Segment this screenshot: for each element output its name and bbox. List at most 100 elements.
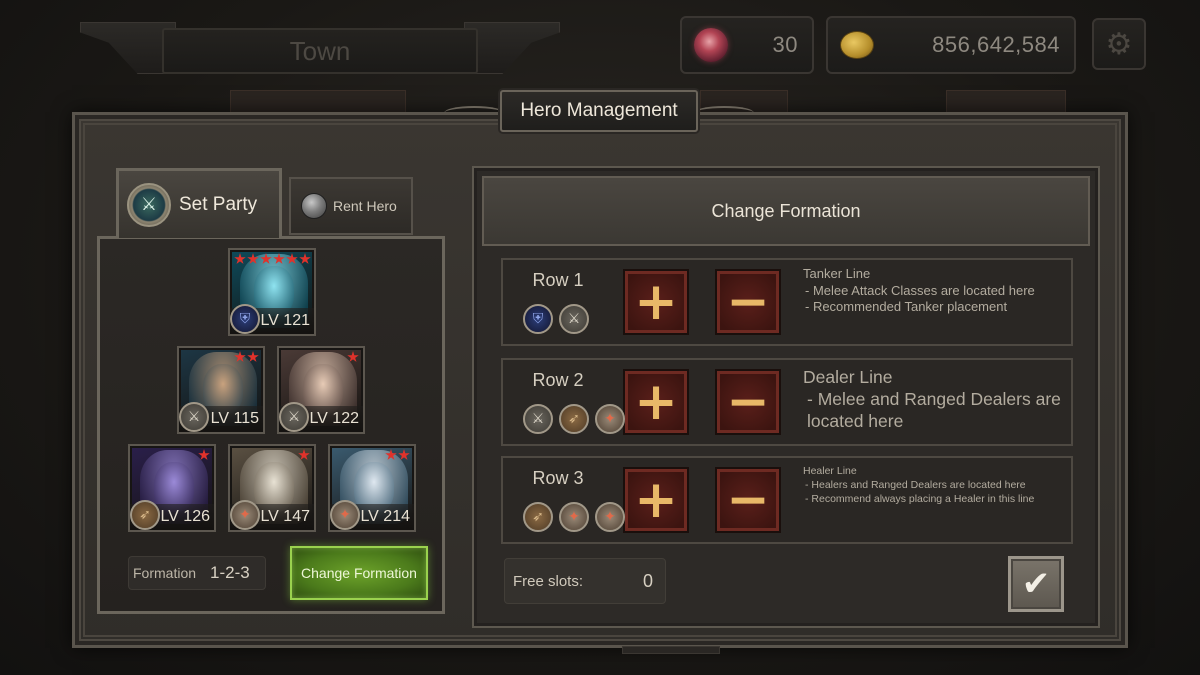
hero-level: LV 126 bbox=[160, 508, 210, 525]
remove-row-3-slot-button[interactable]: − bbox=[715, 467, 781, 533]
formation-panel-header: Change Formation bbox=[482, 176, 1090, 246]
tab-set-party-label: Set Party bbox=[179, 193, 258, 215]
hero-level: LV 214 bbox=[360, 508, 410, 525]
row-label: Row 3 bbox=[532, 468, 584, 488]
free-slots-indicator: Free slots: 0 bbox=[504, 558, 666, 604]
tab-rent-hero[interactable]: Rent Hero bbox=[289, 177, 413, 235]
row-class-icons: ➶ ✦ ✦ bbox=[523, 502, 625, 532]
hero-card[interactable]: LV 126 ➶ bbox=[128, 444, 216, 532]
shield-class-icon: ⛨ bbox=[523, 304, 553, 334]
staff-class-icon: ✦ bbox=[330, 500, 360, 530]
remove-row-1-slot-button[interactable]: − bbox=[715, 269, 781, 335]
hero-card[interactable]: LV 214 ✦ bbox=[328, 444, 416, 532]
hero-card[interactable]: LV 147 ✦ bbox=[228, 444, 316, 532]
add-row-1-slot-button[interactable]: + bbox=[623, 269, 689, 335]
silver-orb-icon bbox=[301, 193, 327, 219]
formation-row-3: Row 3 ➶ ✦ ✦ + − Healer Line - Healers an… bbox=[501, 456, 1073, 544]
star-icon bbox=[260, 253, 272, 264]
location-banner: Town bbox=[80, 22, 560, 78]
confirm-button[interactable]: ✔ bbox=[1008, 556, 1064, 612]
gold-counter[interactable]: 856,642,584 bbox=[826, 16, 1076, 74]
hero-card[interactable]: LV 121 ⛨ bbox=[228, 248, 316, 336]
remove-row-2-slot-button[interactable]: − bbox=[715, 369, 781, 435]
hero-stars bbox=[198, 449, 210, 461]
gear-icon: ⚙ bbox=[1105, 26, 1133, 62]
background-tab bbox=[230, 90, 406, 114]
hero-level: LV 147 bbox=[260, 508, 310, 525]
star-icon bbox=[234, 351, 246, 362]
party-emblem-icon: ⚔ bbox=[127, 182, 171, 227]
hero-level: LV 115 bbox=[210, 410, 259, 427]
sword-class-icon: ⚔ bbox=[179, 402, 209, 432]
star-icon bbox=[298, 449, 310, 460]
free-slots-label: Free slots: bbox=[513, 572, 584, 590]
row-note: - Recommend always placing a Healer in t… bbox=[805, 493, 1035, 505]
star-icon bbox=[385, 449, 397, 460]
row-title: Healer Line bbox=[803, 465, 857, 477]
title-flourish-left bbox=[444, 106, 504, 120]
row-title: Tanker Line bbox=[803, 266, 871, 281]
dialog-title: Hero Management bbox=[500, 90, 698, 132]
add-row-3-slot-button[interactable]: + bbox=[623, 467, 689, 533]
hero-stars bbox=[298, 449, 310, 461]
staff-class-icon: ✦ bbox=[595, 502, 625, 532]
hero-stars bbox=[385, 449, 410, 461]
hero-stars bbox=[234, 253, 311, 265]
star-icon bbox=[273, 253, 285, 264]
hero-level: LV 122 bbox=[309, 410, 359, 427]
star-icon bbox=[347, 351, 359, 362]
row-label: Row 1 bbox=[532, 270, 584, 290]
shield-class-icon: ⛨ bbox=[230, 304, 260, 334]
star-icon bbox=[234, 253, 246, 264]
staff-class-icon: ✦ bbox=[230, 500, 260, 530]
title-flourish-right bbox=[694, 106, 754, 120]
free-slots-value: 0 bbox=[642, 570, 653, 591]
tab-set-party[interactable]: ⚔ Set Party bbox=[116, 168, 282, 238]
bow-class-icon: ➶ bbox=[130, 500, 160, 530]
gem-count: 30 bbox=[772, 32, 798, 57]
crystal-gem-icon bbox=[694, 28, 728, 62]
row-class-icons: ⛨ ⚔ bbox=[523, 304, 589, 334]
formation-indicator: Formation 1-2-3 bbox=[128, 556, 266, 590]
row-title: Dealer Line bbox=[803, 367, 893, 387]
hero-level: LV 121 bbox=[260, 312, 310, 329]
sword-class-icon: ⚔ bbox=[523, 404, 553, 434]
add-row-2-slot-button[interactable]: + bbox=[623, 369, 689, 435]
bow-class-icon: ➶ bbox=[559, 404, 589, 434]
tab-rent-hero-label: Rent Hero bbox=[333, 198, 397, 214]
gold-amount: 856,642,584 bbox=[932, 32, 1060, 57]
star-icon bbox=[247, 351, 259, 362]
hero-stars bbox=[347, 351, 359, 363]
hero-stars bbox=[234, 351, 259, 363]
banner-wing-right bbox=[464, 22, 560, 74]
star-icon bbox=[198, 449, 210, 460]
formation-row-1: Row 1 ⛨ ⚔ + − Tanker Line - Melee Attack… bbox=[501, 258, 1073, 346]
star-icon bbox=[247, 253, 259, 264]
star-icon bbox=[398, 449, 410, 460]
bow-class-icon: ➶ bbox=[523, 502, 553, 532]
row-description: Healer Line - Healers and Ranged Dealers… bbox=[803, 464, 1065, 506]
checkmark-icon: ✔ bbox=[1021, 564, 1051, 604]
row-class-icons: ⚔ ➶ ✦ bbox=[523, 404, 625, 434]
gold-coin-icon bbox=[840, 31, 874, 59]
change-formation-button[interactable]: Change Formation bbox=[290, 546, 428, 600]
settings-button[interactable]: ⚙ bbox=[1092, 18, 1146, 70]
row-note: - Recommended Tanker placement bbox=[805, 299, 1008, 314]
staff-class-icon: ✦ bbox=[559, 502, 589, 532]
hero-card[interactable]: LV 122 ⚔ bbox=[277, 346, 365, 434]
row-label: Row 2 bbox=[532, 370, 584, 390]
row-note: - Melee Attack Classes are located here bbox=[805, 282, 1035, 298]
row-note: - Melee and Ranged Dealers are located h… bbox=[807, 389, 1061, 431]
star-icon bbox=[299, 253, 311, 264]
formation-label: Formation bbox=[133, 565, 197, 581]
sword-class-icon: ⚔ bbox=[559, 304, 589, 334]
location-title: Town bbox=[162, 28, 478, 74]
star-icon bbox=[286, 253, 298, 264]
background-tab bbox=[946, 90, 1066, 114]
gem-counter[interactable]: 30 bbox=[680, 16, 814, 74]
row-note: - Healers and Ranged Dealers are located… bbox=[805, 479, 1026, 491]
hero-card[interactable]: LV 115 ⚔ bbox=[177, 346, 265, 434]
bottom-ledge bbox=[622, 646, 720, 654]
row-description: Dealer Line - Melee and Ranged Dealers a… bbox=[803, 366, 1065, 432]
row-description: Tanker Line - Melee Attack Classes are l… bbox=[803, 266, 1065, 316]
